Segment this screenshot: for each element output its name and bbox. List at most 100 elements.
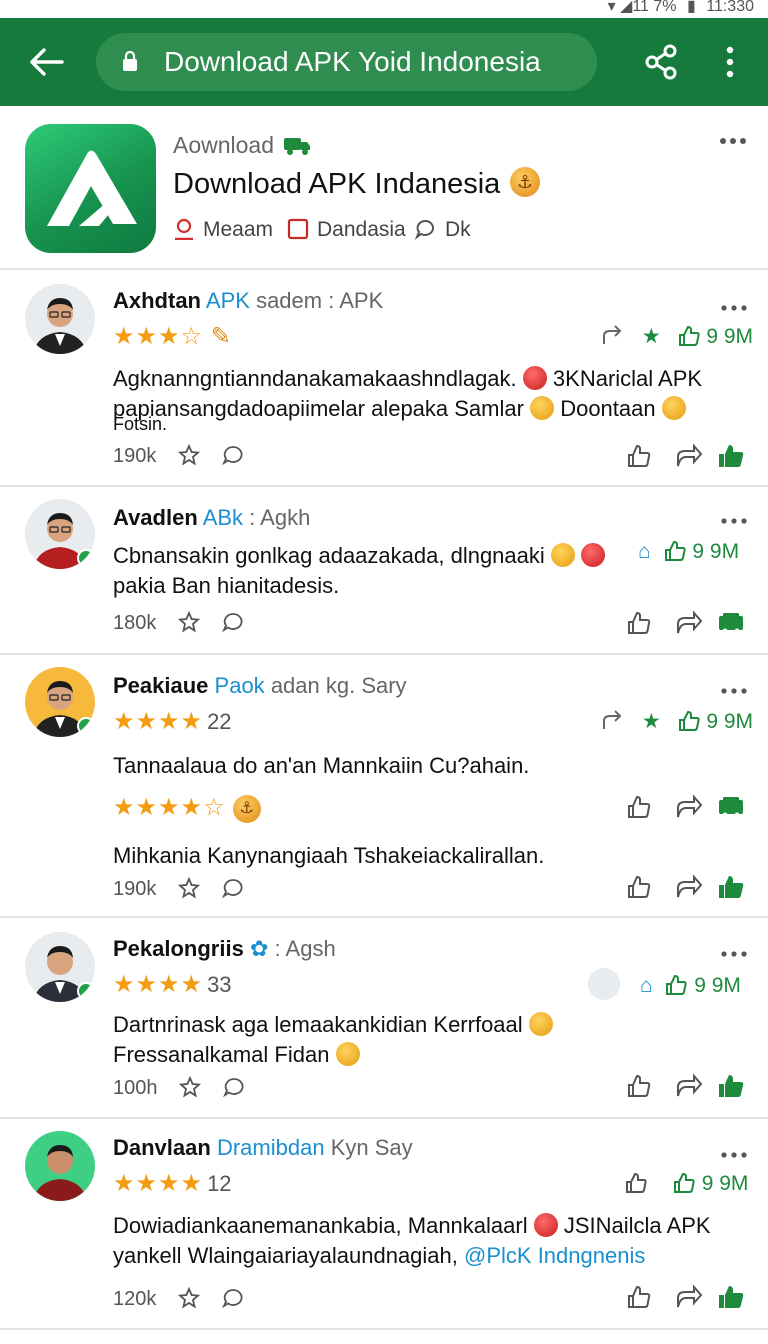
review-footer: 120k <box>113 1287 244 1311</box>
app-logo[interactable] <box>25 124 156 253</box>
share-outline-icon[interactable] <box>675 609 703 637</box>
reviewer-name[interactable]: Danvlaan <box>113 1135 211 1160</box>
comment-icon[interactable] <box>221 877 244 899</box>
star-outline-icon[interactable] <box>177 611 200 633</box>
home-icon[interactable]: ⌂ <box>638 540 651 563</box>
url-bar[interactable]: Download APK Yoid Indonesia <box>96 33 597 91</box>
reviewer-name[interactable]: Peakiaue <box>113 673 208 698</box>
thumb-up-outline-icon[interactable] <box>625 873 653 901</box>
star-outline-icon[interactable] <box>177 877 200 899</box>
status-time: 11:330 <box>706 0 754 15</box>
thumb-up-icon[interactable] <box>664 973 688 997</box>
thermometer-emoji-icon <box>581 543 606 567</box>
star-outline-icon[interactable] <box>179 1076 202 1098</box>
avatar[interactable] <box>25 932 95 1002</box>
thumb-up-filled-icon[interactable] <box>717 873 745 901</box>
truck-icon[interactable] <box>717 609 745 637</box>
reviewer-tag[interactable]: ABk <box>203 505 243 530</box>
thumb-up-outline-icon[interactable] <box>625 1283 653 1311</box>
home-icon[interactable]: ⌂ <box>640 974 653 997</box>
reviewer-name[interactable]: Avadlen <box>113 505 198 530</box>
thumb-up-outline-icon[interactable] <box>625 442 653 470</box>
verified-icon <box>77 982 95 1000</box>
back-arrow-icon[interactable] <box>26 42 66 82</box>
share-arrow-icon[interactable] <box>600 709 624 733</box>
review-footer: 190k <box>113 444 244 468</box>
reviewer-line: Axhdtan APK sadem : APK <box>113 288 383 314</box>
mention-link[interactable]: @PlcK Indngnenis <box>464 1243 645 1268</box>
thumb-up-outline-icon[interactable] <box>624 1171 648 1195</box>
star-rating: ★★★☆ ✎ <box>113 323 232 350</box>
star-icon[interactable]: ★ <box>642 710 661 733</box>
comment-icon[interactable] <box>221 1287 244 1309</box>
thumb-up-filled-icon[interactable] <box>717 1283 745 1311</box>
avatar[interactable] <box>25 1131 95 1201</box>
reviewer-meta: sadem : APK <box>256 288 384 313</box>
share-outline-icon[interactable] <box>675 1283 703 1311</box>
comment-icon[interactable] <box>221 444 244 466</box>
avatar[interactable] <box>25 499 95 569</box>
comment-icon[interactable] <box>221 611 244 633</box>
reviewer-name[interactable]: Pekalongriis <box>113 936 244 961</box>
comment-icon[interactable] <box>222 1076 245 1098</box>
avatar[interactable] <box>25 284 95 354</box>
review-card: Pekalongriis ✿ : Agsh ★★★★ 33 ⌂ 9 9M Dart… <box>0 918 768 1119</box>
truck-icon <box>284 138 310 155</box>
thumb-up-outline-icon[interactable] <box>625 609 653 637</box>
thumb-up-filled-icon[interactable] <box>717 442 745 470</box>
status-bar: ▾ ◢11 7% ▮ 11:330 <box>0 0 768 18</box>
reviewer-line: Peakiaue Paok adan kg. Sary <box>113 673 407 699</box>
share-icon[interactable] <box>644 44 678 80</box>
star-outline-icon[interactable] <box>177 1287 200 1309</box>
avatar[interactable] <box>25 667 95 737</box>
rating-count: 12 <box>207 1171 232 1196</box>
more-horiz-icon[interactable] <box>721 517 747 525</box>
thumb-up-icon[interactable] <box>663 539 687 563</box>
thumb-up-filled-icon[interactable] <box>717 1072 745 1100</box>
like-count: 100h <box>113 1077 158 1099</box>
share-outline-icon[interactable] <box>675 442 703 470</box>
app-bar: Download APK Yoid Indonesia <box>0 18 768 106</box>
review-text: Cbnansakin gonlkag adaazakada, dlngnaaki… <box>113 541 623 601</box>
share-outline-icon[interactable] <box>675 873 703 901</box>
verified-badge-icon: ✿ <box>249 936 269 961</box>
thumb-up-icon[interactable] <box>672 1171 696 1195</box>
star-outline-icon[interactable] <box>177 444 200 466</box>
reviewer-meta: adan kg. Sary <box>270 673 407 698</box>
app-header: Aownload Download APK Indanesia ⚓ Meaam … <box>0 106 768 270</box>
reviewer-tag[interactable]: APK <box>206 288 250 313</box>
reviewer-tag[interactable]: Dramibdan <box>217 1135 325 1160</box>
stat-value: 9 9M <box>692 540 740 563</box>
url-text: Download APK Yoid Indonesia <box>164 46 541 77</box>
review-actions <box>625 442 750 472</box>
thumb-up-outline-icon[interactable] <box>625 793 653 821</box>
more-horiz-icon[interactable] <box>719 136 747 146</box>
like-count: 120k <box>113 1288 157 1310</box>
more-horiz-icon[interactable] <box>721 687 747 695</box>
thumb-up-icon[interactable] <box>677 709 701 733</box>
reviewer-tag[interactable]: Paok <box>215 673 265 698</box>
share-arrow-icon[interactable] <box>600 324 624 348</box>
more-horiz-icon[interactable] <box>721 304 747 312</box>
app-title: Download APK Indanesia <box>173 168 501 200</box>
meta-item-1: Meaam <box>173 218 273 242</box>
battery-icon: ▮ <box>686 0 696 15</box>
more-horiz-icon[interactable] <box>721 1151 747 1159</box>
thumb-up-outline-icon[interactable] <box>625 1072 653 1100</box>
review-actions <box>625 873 750 903</box>
more-horiz-icon[interactable] <box>721 950 747 958</box>
stat-cluster: ★ 9 9M <box>600 324 753 354</box>
reviewer-name[interactable]: Axhdtan <box>113 288 201 313</box>
star-rating: ★★★★☆ ⚓ <box>113 793 262 823</box>
star-rating: ★★★★ 12 <box>113 1170 232 1197</box>
like-count: 190k <box>113 445 157 467</box>
thumb-up-icon[interactable] <box>677 324 701 348</box>
lock-icon <box>123 50 137 71</box>
review-card: Danvlaan Dramibdan Kyn Say ★★★★ 12 9 9M D… <box>0 1119 768 1330</box>
share-outline-icon[interactable] <box>675 793 703 821</box>
star-icon[interactable]: ★ <box>642 325 661 348</box>
truck-icon[interactable] <box>717 793 745 821</box>
more-vert-icon[interactable] <box>716 44 744 80</box>
share-outline-icon[interactable] <box>675 1072 703 1100</box>
pencil-icon: ✎ <box>210 323 232 350</box>
